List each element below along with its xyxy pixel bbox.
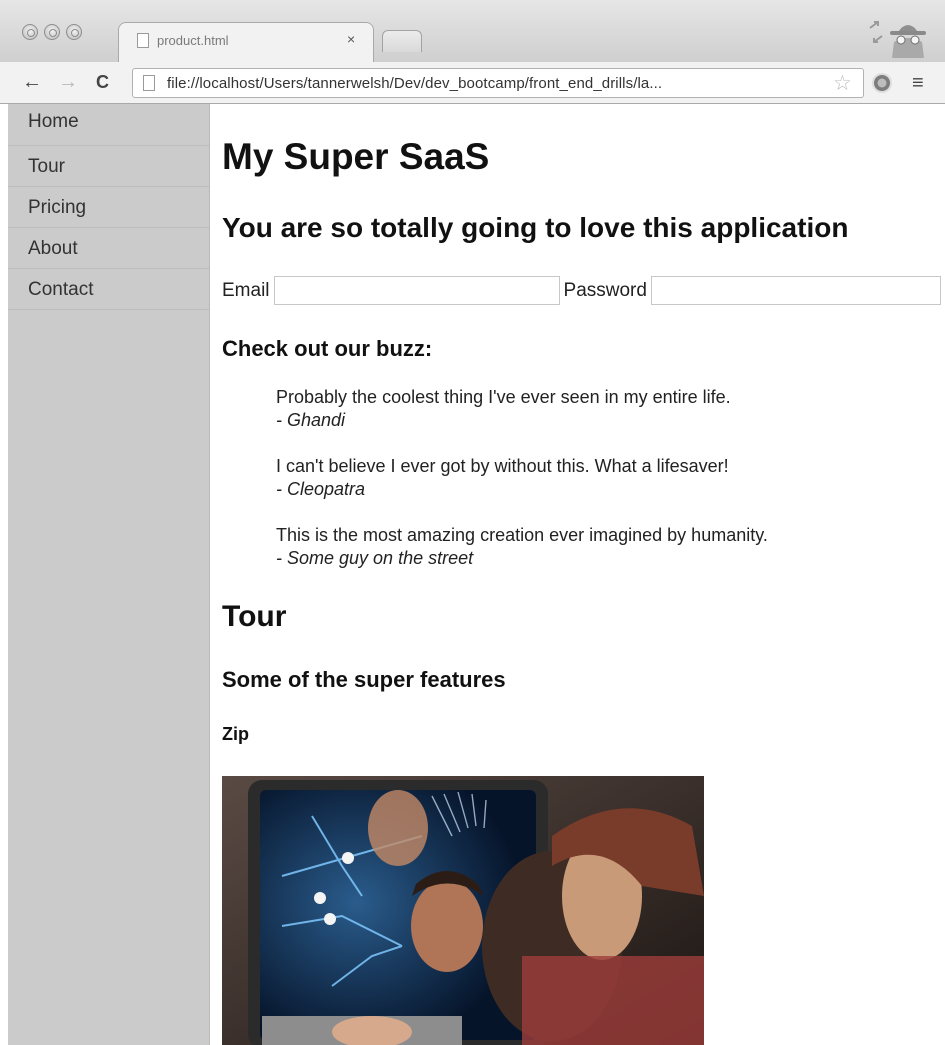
sidebar-item-about[interactable]: About bbox=[8, 228, 209, 269]
email-label: Email bbox=[222, 279, 270, 301]
password-label: Password bbox=[563, 279, 647, 301]
back-button[interactable]: ← bbox=[22, 71, 42, 93]
tab-title: product.html bbox=[157, 33, 229, 48]
address-bar[interactable]: file://localhost/Users/tannerwelsh/Dev/d… bbox=[132, 68, 864, 98]
url-text[interactable]: file://localhost/Users/tannerwelsh/Dev/d… bbox=[167, 75, 662, 92]
sidebar-item-pricing[interactable]: Pricing bbox=[8, 187, 209, 228]
page-icon bbox=[143, 75, 155, 91]
testimonial-list: Probably the coolest thing I've ever see… bbox=[276, 386, 936, 593]
testimonial-author: - Some guy on the street bbox=[276, 548, 474, 568]
testimonial-text: This is the most amazing creation ever i… bbox=[276, 525, 768, 545]
tagline: You are so totally going to love this ap… bbox=[222, 212, 849, 243]
page-viewport: Home Tour Pricing About Contact My Super… bbox=[0, 104, 945, 1045]
minimize-window-button[interactable] bbox=[44, 24, 60, 40]
tab-close-button[interactable]: × bbox=[347, 31, 355, 47]
features-heading: Some of the super features bbox=[222, 667, 506, 692]
testimonial: Probably the coolest thing I've ever see… bbox=[276, 386, 936, 432]
reload-button[interactable]: C bbox=[96, 71, 109, 93]
new-tab-button[interactable] bbox=[382, 30, 422, 52]
sidebar-nav: Home Tour Pricing About Contact bbox=[8, 104, 210, 1045]
testimonial-text: Probably the coolest thing I've ever see… bbox=[276, 387, 731, 407]
close-window-button[interactable] bbox=[22, 24, 38, 40]
testimonial-author: - Cleopatra bbox=[276, 479, 366, 499]
buzz-heading: Check out our buzz: bbox=[222, 336, 433, 361]
page-icon bbox=[137, 33, 149, 48]
star-icon[interactable]: ☆ bbox=[833, 71, 852, 96]
browser-toolbar: ← → C file://localhost/Users/tannerwelsh… bbox=[0, 62, 945, 104]
email-field[interactable] bbox=[273, 276, 560, 305]
feature-photo bbox=[222, 776, 704, 1045]
feature-name: Zip bbox=[222, 724, 249, 744]
sidebar-item-tour[interactable]: Tour bbox=[8, 146, 209, 187]
testimonial-text: I can't believe I ever got by without th… bbox=[276, 456, 729, 476]
browser-tab[interactable]: product.html × bbox=[118, 22, 374, 62]
password-field[interactable] bbox=[650, 276, 941, 305]
sidebar-item-contact[interactable]: Contact bbox=[8, 269, 209, 310]
incognito-icon bbox=[869, 21, 926, 58]
tour-heading: Tour bbox=[222, 600, 287, 633]
testimonial: I can't believe I ever got by without th… bbox=[276, 455, 936, 501]
browser-titlebar: product.html × bbox=[0, 0, 945, 62]
zoom-window-button[interactable] bbox=[66, 24, 82, 40]
testimonial: This is the most amazing creation ever i… bbox=[276, 524, 936, 570]
extension-icon[interactable] bbox=[872, 73, 892, 93]
testimonial-author: - Ghandi bbox=[276, 410, 346, 430]
menu-icon[interactable]: ≡ bbox=[912, 72, 924, 95]
page-title: My Super SaaS bbox=[222, 136, 490, 177]
forward-button[interactable]: → bbox=[58, 71, 78, 93]
login-form: Email Password bbox=[222, 276, 945, 310]
sidebar-item-home[interactable]: Home bbox=[8, 104, 209, 146]
